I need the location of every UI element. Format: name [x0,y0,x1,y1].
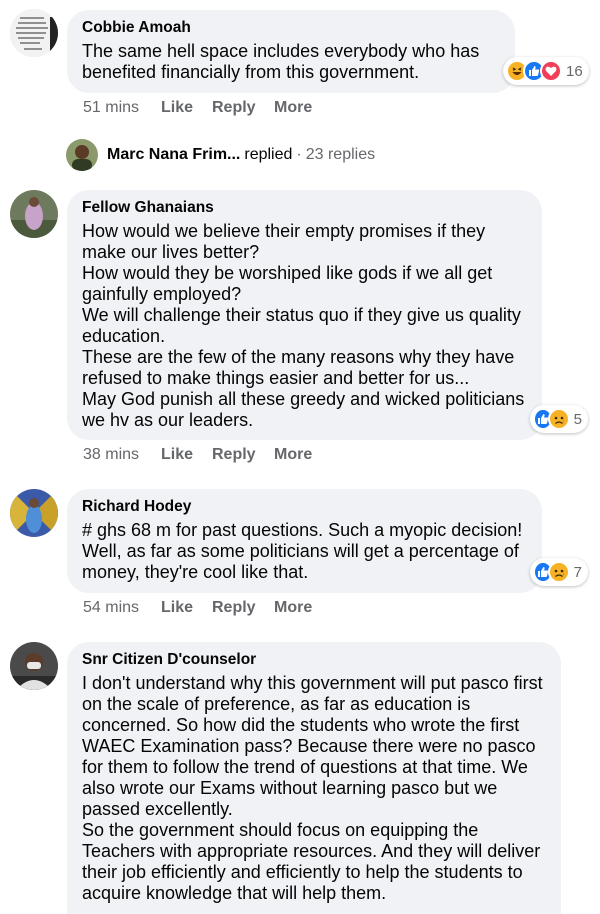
sad-icon [547,408,570,430]
comment-bubble: Cobbie Amoah The same hell space include… [67,10,515,93]
comment-text: The same hell space includes everybody w… [82,41,480,82]
reaction-summary[interactable]: 5 [530,405,588,433]
more-button[interactable]: More [274,99,312,117]
avatar[interactable] [10,489,58,537]
reply-button[interactable]: Reply [212,446,274,464]
view-replies-link[interactable]: Marc Nana Frim... replied · 23 replies [66,139,375,171]
avatar[interactable] [10,642,58,690]
sad-icon [547,561,570,583]
like-button[interactable]: Like [161,446,212,464]
comment-author[interactable]: Richard Hodey [82,497,528,517]
avatar[interactable] [10,190,58,238]
replied-label: replied [244,146,293,163]
comment-actions: 51 mins Like Reply More [83,97,312,119]
comment-timestamp[interactable]: 51 mins [83,99,161,117]
like-button[interactable]: Like [161,99,212,117]
comment-text: # ghs 68 m for past questions. Such a my… [82,520,523,582]
replier-name: Marc Nana Frim... [107,146,241,163]
comment-author[interactable]: Fellow Ghanaians [82,198,528,218]
reaction-summary[interactable]: 7 [530,558,588,586]
comment-bubble: Fellow Ghanaians How would we believe th… [67,190,542,440]
comments-feed: Cobbie Amoah The same hell space include… [0,0,600,914]
reaction-count: 7 [573,563,582,581]
separator-dot: · [296,146,302,163]
comment-author[interactable]: Cobbie Amoah [82,18,501,38]
replier-avatar [66,139,98,171]
comment-bubble: Richard Hodey # ghs 68 m for past questi… [67,489,542,593]
comment-actions: 38 mins Like Reply More [83,444,312,466]
more-button[interactable]: More [274,599,312,617]
replies-count: 23 replies [305,146,376,163]
reaction-count: 5 [573,410,582,428]
comment-author[interactable]: Snr Citizen D'counselor [82,650,547,670]
comment-actions: 54 mins Like Reply More [83,597,312,619]
comment-bubble: Snr Citizen D'counselor I don't understa… [67,642,561,914]
more-button[interactable]: More [274,446,312,464]
reaction-summary[interactable]: 16 [503,57,589,85]
avatar[interactable] [10,9,58,57]
reply-button[interactable]: Reply [212,599,274,617]
love-icon [540,60,562,82]
comment-text: How would we believe their empty promise… [82,221,525,430]
comment-timestamp[interactable]: 38 mins [83,446,161,464]
comment-timestamp[interactable]: 54 mins [83,599,161,617]
reply-button[interactable]: Reply [212,99,274,117]
reaction-count: 16 [566,62,583,80]
like-button[interactable]: Like [161,599,212,617]
comment-text: I don't understand why this government w… [82,673,543,903]
